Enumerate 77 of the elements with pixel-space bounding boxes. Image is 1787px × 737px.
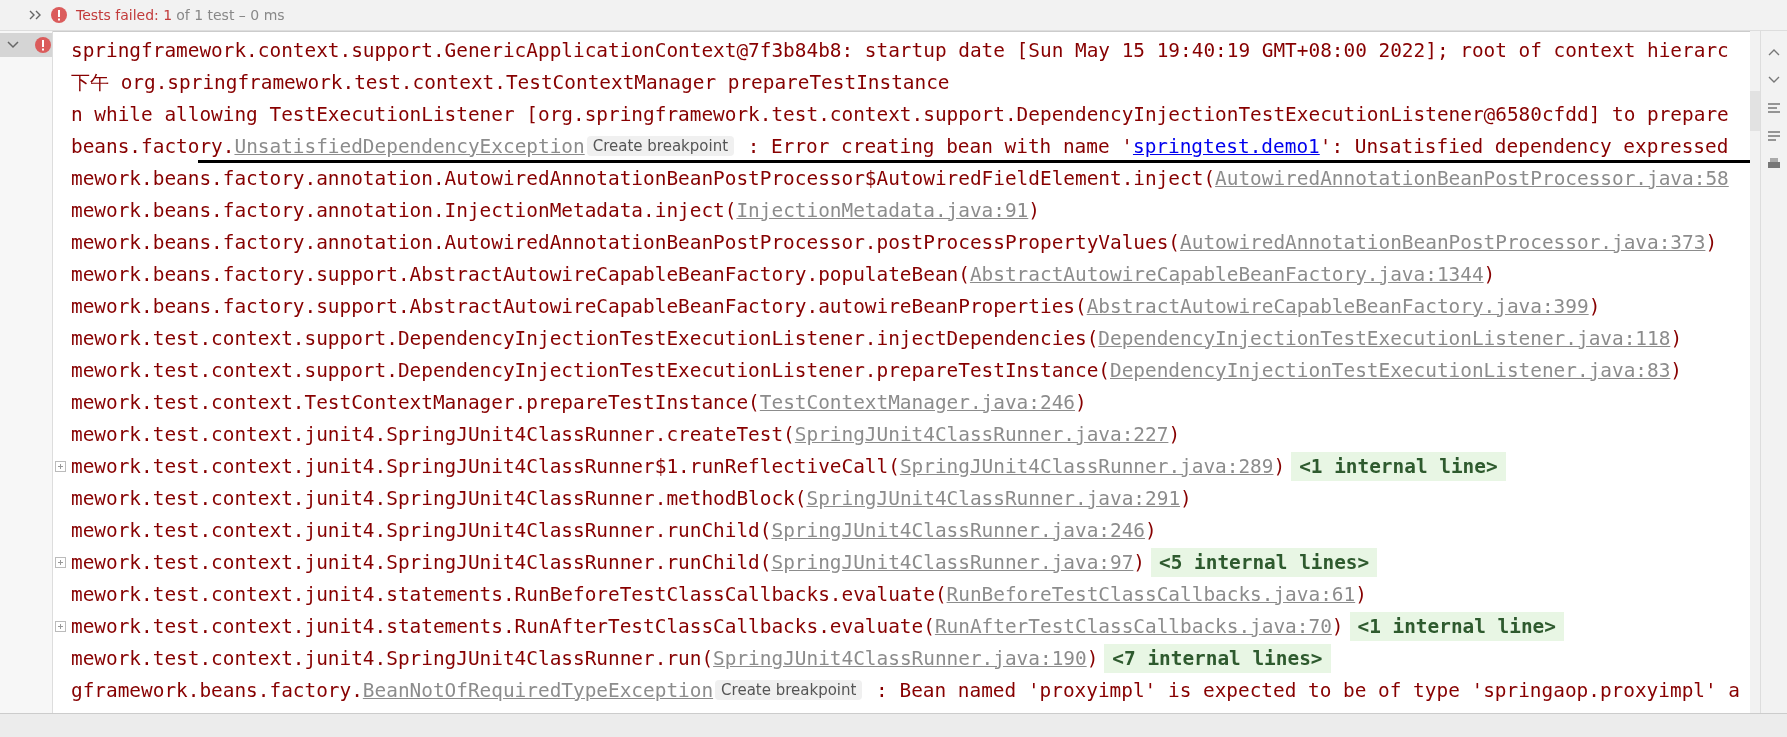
breakpoint-tooltip[interactable]: Create breakpoint xyxy=(715,680,863,700)
folded-lines-badge[interactable]: <1 internal line> xyxy=(1349,611,1564,641)
log-text: mework.test.context.support.DependencyInjectionTestExecutionListener.injectDependencies( xyxy=(71,326,1099,350)
log-text: mework.test.context.junit4.SpringJUnit4ClassRunner.methodBlock( xyxy=(71,486,807,510)
scrollbar[interactable] xyxy=(1750,91,1760,131)
expand-icon[interactable] xyxy=(55,460,66,472)
log-text: mework.test.context.junit4.statements.RunAfterTestClassCallbacks.evaluate( xyxy=(71,614,935,638)
log-text: ) xyxy=(1705,230,1718,254)
folded-lines-badge[interactable]: <1 internal line> xyxy=(1291,451,1506,481)
log-text: mework.test.context.junit4.statements.RunBeforeTestClassCallbacks.evaluate( xyxy=(71,582,947,606)
file-link[interactable]: SpringJUnit4ClassRunner.java:190 xyxy=(713,646,1087,670)
file-link[interactable]: SpringJUnit4ClassRunner.java:227 xyxy=(794,422,1169,446)
log-text: ) xyxy=(1145,518,1157,542)
log-text: ) xyxy=(1331,614,1344,638)
log-text: mework.test.context.TestContextManager.prepareTestInstance( xyxy=(71,390,760,414)
file-link[interactable]: RunAfterTestClassCallbacks.java:70 xyxy=(934,614,1332,638)
log-text: mework.test.context.junit4.SpringJUnit4ClassRunner$1.runReflectiveCall( xyxy=(71,454,900,478)
folded-lines-badge[interactable]: <5 internal lines> xyxy=(1151,547,1378,577)
log-text: ) xyxy=(1133,550,1146,574)
error-icon xyxy=(50,6,68,24)
log-text: : Error creating bean with name ' xyxy=(746,134,1133,158)
log-text: ) xyxy=(1670,358,1683,382)
log-text: n while allowing TestExecutionListener [org.springframework.test.context.support.DependencyInjectionTestExecutionListener@6580cfdd] to prepare xyxy=(71,102,1729,126)
expand-icon[interactable] xyxy=(55,556,66,568)
log-text: mework.test.context.junit4.SpringJUnit4ClassRunner.createTest( xyxy=(71,422,795,446)
log-text: mework.beans.factory.annotation.AutowiredAnnotationBeanPostProcessor$AutowiredFieldElement.inject( xyxy=(71,166,1216,190)
log-text: mework.test.context.junit4.SpringJUnit4ClassRunner.runChild( xyxy=(71,550,772,574)
file-link[interactable]: BeanNotOfRequiredTypeException xyxy=(362,678,714,702)
file-link[interactable]: SpringJUnit4ClassRunner.java:246 xyxy=(771,518,1146,542)
log-text: ) xyxy=(1180,486,1192,510)
file-link[interactable]: UnsatisfiedDependencyException xyxy=(234,134,585,158)
log-text: mework.test.context.junit4.SpringJUnit4ClassRunner.run( xyxy=(71,646,714,670)
file-link[interactable]: DependencyInjectionTestExecutionListener.java:118 xyxy=(1098,326,1671,350)
log-text: mework.test.context.support.DependencyInjectionTestExecutionListener.prepareTestInstance( xyxy=(71,358,1110,382)
test-summary: of 1 test – 0 ms xyxy=(176,7,285,23)
log-text: mework.beans.factory.support.AbstractAutowireCapableBeanFactory.populateBean( xyxy=(71,262,970,286)
bean-link[interactable]: springtest.demo1 xyxy=(1132,134,1320,158)
log-text: ) xyxy=(1355,582,1367,606)
log-text: mework.beans.factory.annotation.InjectionMetadata.inject( xyxy=(71,198,737,222)
scroll-to-end-icon[interactable] xyxy=(1767,129,1781,143)
breakpoint-tooltip[interactable]: Create breakpoint xyxy=(586,136,735,156)
log-text: org.springframework.test.context.TestContextManager prepareTestInstance xyxy=(119,70,950,94)
log-text: ) xyxy=(1670,326,1683,350)
expand-icon[interactable] xyxy=(28,8,42,22)
log-text: ) xyxy=(1588,294,1601,318)
soft-wrap-icon[interactable] xyxy=(1767,101,1781,115)
file-link[interactable]: SpringJUnit4ClassRunner.java:291 xyxy=(806,486,1181,510)
log-text: 下午 xyxy=(71,70,109,95)
log-text: beans.factory. xyxy=(71,134,235,158)
log-text: : Bean named 'proxyimpl' is expected to be of type 'springaop.proxyimpl' a xyxy=(875,678,1740,702)
file-link[interactable]: TestContextManager.java:246 xyxy=(759,390,1075,414)
file-link[interactable]: AutowiredAnnotationBeanPostProcessor.java:373 xyxy=(1180,230,1706,254)
log-text: ) xyxy=(1483,262,1496,286)
log-text: ) xyxy=(1028,198,1040,222)
expand-icon[interactable] xyxy=(55,620,66,632)
file-link[interactable]: AbstractAutowireCapableBeanFactory.java:1344 xyxy=(969,262,1484,286)
print-icon[interactable] xyxy=(1767,157,1781,171)
file-link[interactable]: AbstractAutowireCapableBeanFactory.java:399 xyxy=(1086,294,1589,318)
file-link[interactable]: SpringJUnit4ClassRunner.java:97 xyxy=(771,550,1134,574)
log-text: ) xyxy=(1273,454,1286,478)
log-text: ': Unsatisfied dependency expressed xyxy=(1319,134,1729,158)
log-text: gframework.beans.factory. xyxy=(71,678,363,702)
log-text: mework.test.context.junit4.SpringJUnit4ClassRunner.runChild( xyxy=(71,518,772,542)
log-text: ) xyxy=(1168,422,1181,446)
file-link[interactable]: RunBeforeTestClassCallbacks.java:61 xyxy=(946,582,1356,606)
file-link[interactable]: DependencyInjectionTestExecutionListener.java:83 xyxy=(1110,358,1671,382)
log-text: mework.beans.factory.support.AbstractAutowireCapableBeanFactory.autowireBeanProperties( xyxy=(71,294,1087,318)
log-text: mework.beans.factory.annotation.AutowiredAnnotationBeanPostProcessor.postProcessPropertyValues( xyxy=(71,230,1181,254)
test-status: Tests failed: 1 xyxy=(76,7,173,23)
folded-lines-badge[interactable]: <7 internal lines> xyxy=(1104,643,1331,673)
file-link[interactable]: AutowiredAnnotationBeanPostProcessor.java:58 xyxy=(1215,166,1729,190)
log-text: ) xyxy=(1086,646,1099,670)
test-tree-item[interactable] xyxy=(0,33,52,57)
log-text: springframework.context.support.GenericApplicationContext@7f3b84b8: startup date [Sun May 15 19:40:19 GMT+08:00 2022]; root of context hierarc xyxy=(71,38,1729,62)
file-link[interactable]: SpringJUnit4ClassRunner.java:289 xyxy=(899,454,1274,478)
log-text: ) xyxy=(1075,390,1087,414)
file-link[interactable]: InjectionMetadata.java:91 xyxy=(736,198,1029,222)
